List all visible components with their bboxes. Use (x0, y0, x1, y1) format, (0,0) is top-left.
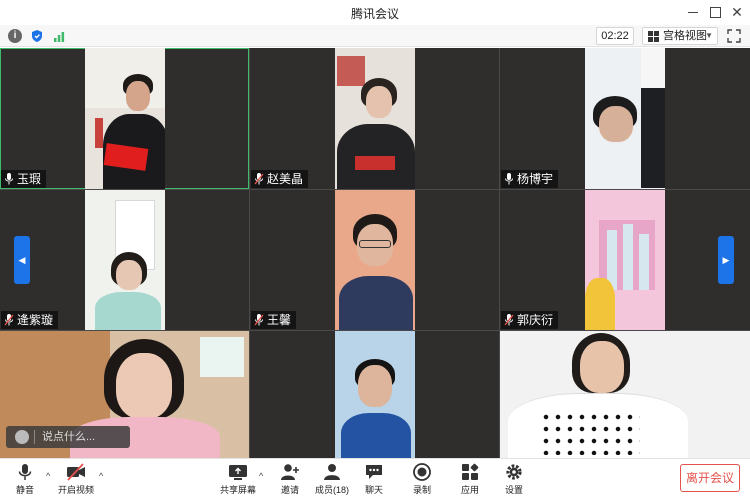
meeting-timer: 02:22 (596, 27, 634, 45)
mute-button[interactable]: 静音 (10, 461, 40, 497)
signal-icon[interactable] (52, 29, 66, 43)
microphone-icon (505, 173, 513, 185)
invite-button[interactable]: 邀请 (276, 461, 304, 497)
video-grid: 玉瑕 赵美晶 杨博宇 ◀ 逄紫璇 王馨 ▶ 郭庆衍 说点什么... (0, 48, 750, 458)
next-page-button[interactable]: ▶ (718, 236, 734, 284)
settings-button[interactable]: 设置 (502, 461, 526, 497)
members-button[interactable]: 成员(18) (314, 461, 350, 497)
participant-video (85, 48, 165, 189)
chat-input-floating[interactable]: 说点什么... (6, 426, 130, 448)
start-video-button[interactable]: 开启视频 (56, 461, 96, 497)
microphone-muted-icon (504, 314, 514, 326)
window-title: 腾讯会议 (350, 7, 399, 21)
video-tile[interactable] (500, 331, 750, 458)
chat-button[interactable]: 聊天 (362, 461, 386, 497)
participant-name-tag: 逄紫璇 (1, 311, 59, 329)
share-screen-icon (229, 465, 247, 480)
participant-video (335, 190, 415, 330)
participant-name-tag: 郭庆衍 (501, 311, 559, 329)
close-button[interactable]: ✕ (728, 3, 746, 21)
video-off-icon (67, 463, 85, 481)
video-tile[interactable]: 赵美晶 (250, 48, 499, 189)
microphone-muted-icon (4, 314, 14, 326)
participant-name-tag: 王馨 (251, 311, 297, 329)
share-options-chevron-icon[interactable]: ^ (259, 471, 263, 481)
apps-button[interactable]: 应用 (458, 461, 482, 497)
info-icon[interactable]: i (8, 29, 22, 43)
leave-meeting-button[interactable]: 离开会议 (680, 464, 740, 492)
participant-video (500, 331, 750, 458)
participant-name-tag: 赵美晶 (251, 170, 309, 188)
microphone-icon (18, 464, 32, 480)
fullscreen-icon[interactable] (726, 28, 742, 44)
mic-options-chevron-icon[interactable]: ^ (46, 471, 50, 481)
apps-icon (462, 463, 479, 480)
view-mode-label: 宫格视图 (663, 30, 707, 42)
chevron-down-icon: ▼ (705, 31, 713, 40)
meeting-info-bar: i 02:22 宫格视图 ▼ (0, 25, 750, 47)
video-tile[interactable] (250, 331, 499, 458)
video-tile[interactable]: ◀ 逄紫璇 (0, 190, 249, 330)
bottom-toolbar: 静音 ^ 开启视频 ^ 共享屏幕 ^ 邀请 成员(18) 聊天 录制 应用 设置… (0, 458, 750, 497)
record-button[interactable]: 录制 (410, 461, 434, 497)
video-tile[interactable]: 玉瑕 (0, 48, 249, 189)
members-icon (324, 464, 340, 480)
participant-video (85, 190, 165, 330)
video-tile[interactable]: ▶ 郭庆衍 (500, 190, 750, 330)
participant-video (335, 331, 415, 458)
add-user-icon (281, 464, 299, 480)
emoji-icon[interactable] (15, 430, 29, 444)
chat-placeholder: 说点什么... (42, 431, 96, 443)
title-bar: 腾讯会议 ✕ (0, 0, 750, 25)
participant-video (585, 190, 665, 330)
shield-icon[interactable] (30, 29, 44, 43)
video-options-chevron-icon[interactable]: ^ (99, 471, 103, 481)
participant-name-tag: 玉瑕 (1, 170, 47, 188)
grid-view-icon (648, 31, 659, 42)
minimize-button[interactable] (684, 3, 702, 21)
video-tile[interactable]: 王馨 (250, 190, 499, 330)
participant-name-tag: 杨博宇 (501, 170, 559, 188)
participant-video (585, 48, 665, 189)
video-tile[interactable]: 杨博宇 (500, 48, 750, 189)
microphone-muted-icon (254, 314, 264, 326)
view-mode-dropdown[interactable]: 宫格视图 ▼ (642, 27, 718, 45)
participant-video (335, 48, 415, 189)
microphone-muted-icon (254, 173, 264, 185)
maximize-button[interactable] (706, 3, 724, 21)
microphone-icon (5, 173, 13, 185)
chat-icon (366, 465, 382, 479)
gear-icon (506, 464, 522, 480)
share-screen-button[interactable]: 共享屏幕 (220, 461, 256, 497)
prev-page-button[interactable]: ◀ (14, 236, 30, 284)
record-icon (413, 463, 431, 481)
